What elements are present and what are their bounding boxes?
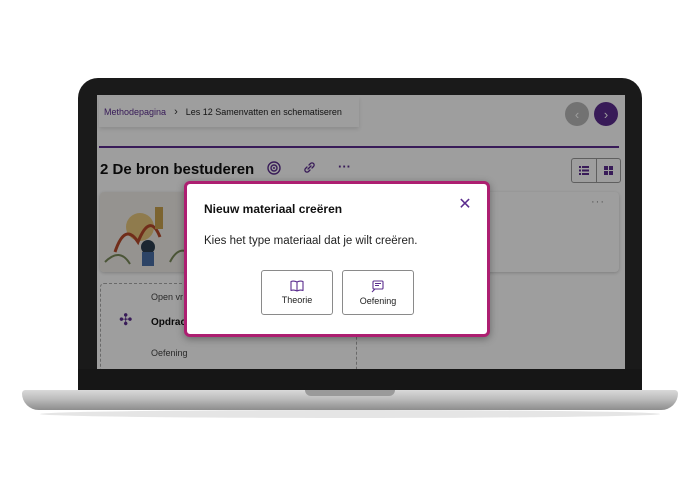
- create-material-dialog: Nieuw materiaal creëren ✕ Kies het type …: [184, 181, 490, 337]
- exercise-icon: [371, 279, 384, 292]
- close-icon: ✕: [458, 196, 472, 213]
- book-icon: [290, 280, 304, 292]
- laptop-shadow: [40, 410, 660, 418]
- laptop-hinge: [78, 369, 642, 391]
- theory-option-button[interactable]: Theorie: [261, 270, 333, 315]
- dialog-title: Nieuw materiaal creëren: [204, 202, 343, 216]
- laptop-notch: [305, 390, 395, 396]
- theory-option-label: Theorie: [281, 295, 313, 305]
- exercise-option-label: Oefening: [359, 295, 397, 306]
- exercise-option-button[interactable]: Oefening: [342, 270, 414, 315]
- close-button[interactable]: ✕: [456, 195, 474, 213]
- dialog-message: Kies het type materiaal dat je wilt creë…: [204, 235, 418, 247]
